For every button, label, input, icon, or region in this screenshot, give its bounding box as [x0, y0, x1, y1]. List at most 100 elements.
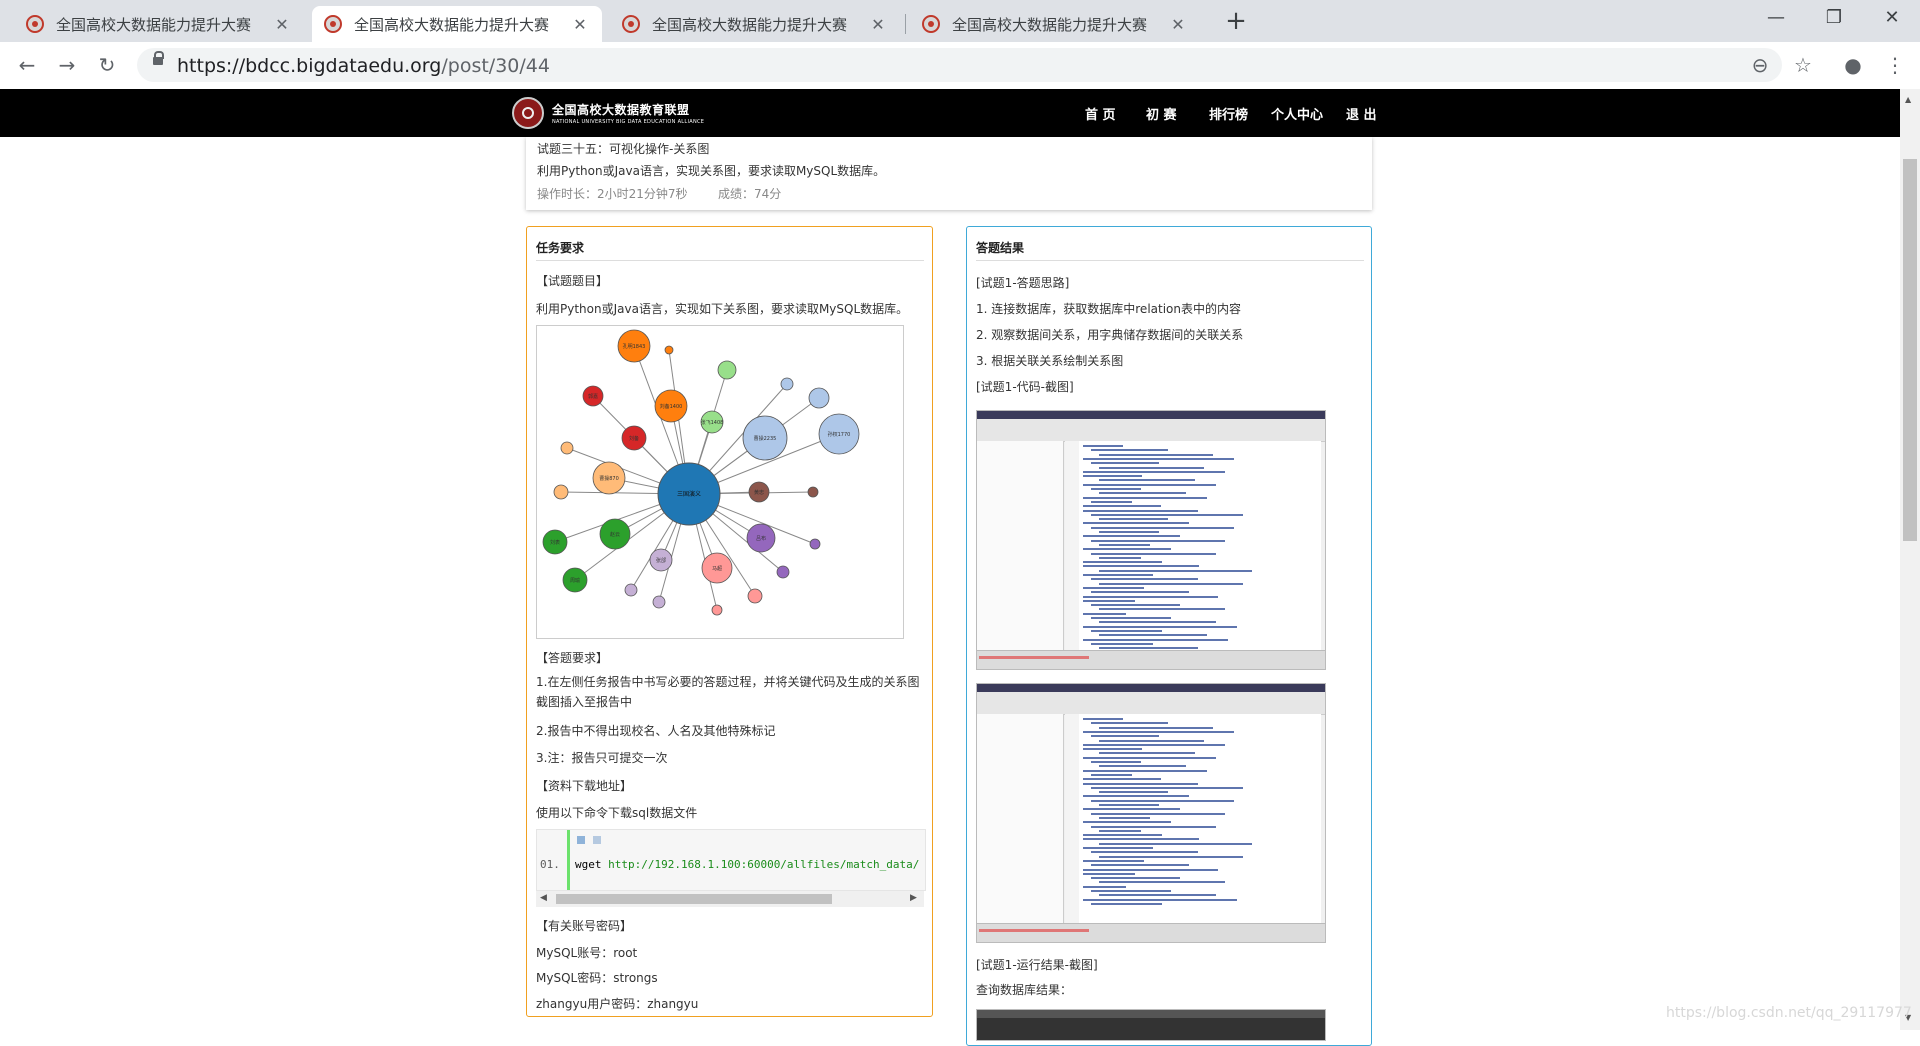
graph-node-label: 孔明1843: [623, 343, 646, 350]
code-line: [1083, 496, 1207, 499]
new-tab-button[interactable]: +: [1220, 6, 1252, 36]
code-line: [1091, 526, 1234, 529]
code-line: [1083, 565, 1199, 568]
graph-node: [664, 345, 674, 355]
answer-idea-label: [试题1-答题思路]: [976, 276, 1070, 290]
code-horizontal-scrollbar[interactable]: ◀ ▶: [536, 891, 924, 907]
question-info-card: 试题三十五：可视化操作-关系图 利用Python或Java语言，实现关系图，要求…: [526, 137, 1372, 210]
alliance-logo[interactable]: [512, 97, 544, 129]
browser-tab-4[interactable]: 全国高校大数据能力提升大赛 ✕: [910, 6, 1200, 42]
browser-tab-2-active[interactable]: 全国高校大数据能力提升大赛 ✕: [312, 6, 602, 42]
graph-node-label: 刘备1400: [660, 403, 683, 410]
scrollbar-thumb[interactable]: [556, 894, 832, 904]
scroll-left-icon[interactable]: ◀: [540, 893, 547, 903]
graph-node: [560, 441, 574, 455]
close-tab-icon[interactable]: ✕: [272, 15, 292, 34]
view-source-icon[interactable]: [577, 836, 585, 844]
graph-node-label: 孙权1770: [828, 431, 851, 438]
tab-title: 全国高校大数据能力提升大赛: [354, 15, 550, 34]
code-line: [1083, 625, 1237, 628]
graph-center-label: 三国演义: [677, 490, 701, 498]
nav-home[interactable]: 首 页: [1085, 89, 1116, 137]
code-line: [1083, 838, 1199, 841]
code-screenshot-2: [976, 683, 1326, 943]
wget-command[interactable]: wget http://192.168.1.100:60000/allfiles…: [575, 858, 921, 871]
lock-icon[interactable]: [153, 51, 164, 65]
code-screenshot-label: [试题1-代码-截图]: [976, 380, 1074, 394]
scroll-right-icon[interactable]: ▶: [910, 893, 917, 903]
nav-personal-center[interactable]: 个人中心: [1271, 89, 1323, 137]
minimize-window-button[interactable]: —: [1748, 0, 1804, 34]
code-line: [1099, 556, 1141, 559]
code-line: [1099, 881, 1225, 884]
browser-tab-3[interactable]: 全国高校大数据能力提升大赛 ✕: [610, 6, 900, 42]
graph-node-label: 郭嘉: [588, 393, 598, 400]
code-line: [1091, 902, 1162, 905]
reload-button[interactable]: ↻: [92, 50, 122, 80]
close-window-button[interactable]: ✕: [1864, 0, 1920, 34]
forward-button[interactable]: →: [52, 50, 82, 80]
copy-code-icon[interactable]: [593, 836, 601, 844]
code-line: [1091, 825, 1216, 828]
code-line: [1083, 808, 1180, 811]
code-line: [1083, 595, 1218, 598]
nav-preliminary[interactable]: 初 赛: [1146, 89, 1177, 137]
account-icon[interactable]: ●: [1840, 52, 1866, 78]
graph-node-label: 赵云: [610, 531, 620, 538]
code-line: [1099, 829, 1141, 832]
code-line: [1091, 591, 1189, 594]
scroll-up-icon[interactable]: ▲: [1905, 95, 1911, 104]
code-line: [1099, 842, 1252, 845]
close-tab-icon[interactable]: ✕: [1168, 15, 1188, 34]
code-line: [1083, 574, 1153, 576]
code-line: [1083, 769, 1207, 772]
code-line: [1099, 765, 1186, 768]
graph-node: [780, 377, 794, 391]
panel-title: 答题结果: [976, 241, 1025, 255]
code-line: [1091, 500, 1132, 503]
code-line: [1099, 804, 1159, 806]
close-tab-icon[interactable]: ✕: [570, 15, 590, 34]
page-vertical-scrollbar[interactable]: ▲ ▼: [1900, 89, 1920, 1030]
answer-step-3: 3. 根据关联关系绘制关系图: [976, 354, 1124, 368]
code-line: [1091, 629, 1162, 632]
nav-leaderboard[interactable]: 排行榜: [1209, 89, 1248, 137]
relationship-graph-svg: 孔明1843 刘备1400 刘备 郭嘉张飞1408 曹操2235 孙权1770 曹操870 黄…: [542, 329, 860, 616]
code-line: [1099, 647, 1198, 650]
code-line: [1091, 799, 1234, 802]
back-button[interactable]: ←: [12, 50, 42, 80]
graph-node-label: 黄忠: [754, 489, 764, 496]
code-line: [1099, 608, 1225, 611]
code-block[interactable]: 01. wget http://192.168.1.100:60000/allf…: [536, 829, 926, 891]
code-line: [1099, 518, 1168, 521]
code-line: [1083, 445, 1123, 447]
answer-step-2: 2. 观察数据间关系，用字典储存数据间的关联关系: [976, 328, 1244, 342]
code-line: [1099, 894, 1216, 897]
code-line: [1083, 505, 1161, 508]
code-line: [1083, 859, 1144, 862]
code-line: [1083, 743, 1225, 746]
close-tab-icon[interactable]: ✕: [868, 15, 888, 34]
code-line: [1083, 748, 1142, 751]
browser-menu-icon[interactable]: ⋮: [1882, 52, 1908, 78]
download-label: 【资料下载地址】: [536, 779, 633, 793]
url-text: https://bdcc.bigdataedu.org/post/30/44: [177, 55, 550, 77]
maximize-window-button[interactable]: ❐: [1806, 0, 1862, 34]
code-line-number: 01.: [540, 858, 560, 871]
zhangyu-password: zhangyu用户密码：zhangyu: [536, 997, 699, 1011]
zoom-icon[interactable]: ⊖: [1747, 52, 1773, 78]
code-line: [1091, 488, 1141, 490]
code-line: [1091, 761, 1141, 763]
code-line: [1099, 492, 1186, 495]
divider: [536, 260, 924, 261]
bookmark-star-icon[interactable]: ☆: [1790, 52, 1816, 78]
answer-results-panel: 答题结果 [试题1-答题思路] 1. 连接数据库，获取数据库中relation表…: [966, 226, 1372, 1046]
code-line: [1083, 509, 1198, 512]
nav-logout[interactable]: 退 出: [1346, 89, 1377, 137]
graph-node: [808, 387, 830, 409]
account-info-label: 【有关账号密码】: [536, 919, 633, 933]
graph-node: [553, 484, 569, 500]
browser-tab-1[interactable]: 全国高校大数据能力提升大赛 ✕: [14, 6, 304, 42]
address-bar[interactable]: https://bdcc.bigdataedu.org/post/30/44: [137, 48, 1782, 82]
page-scrollbar-thumb[interactable]: [1903, 159, 1917, 541]
